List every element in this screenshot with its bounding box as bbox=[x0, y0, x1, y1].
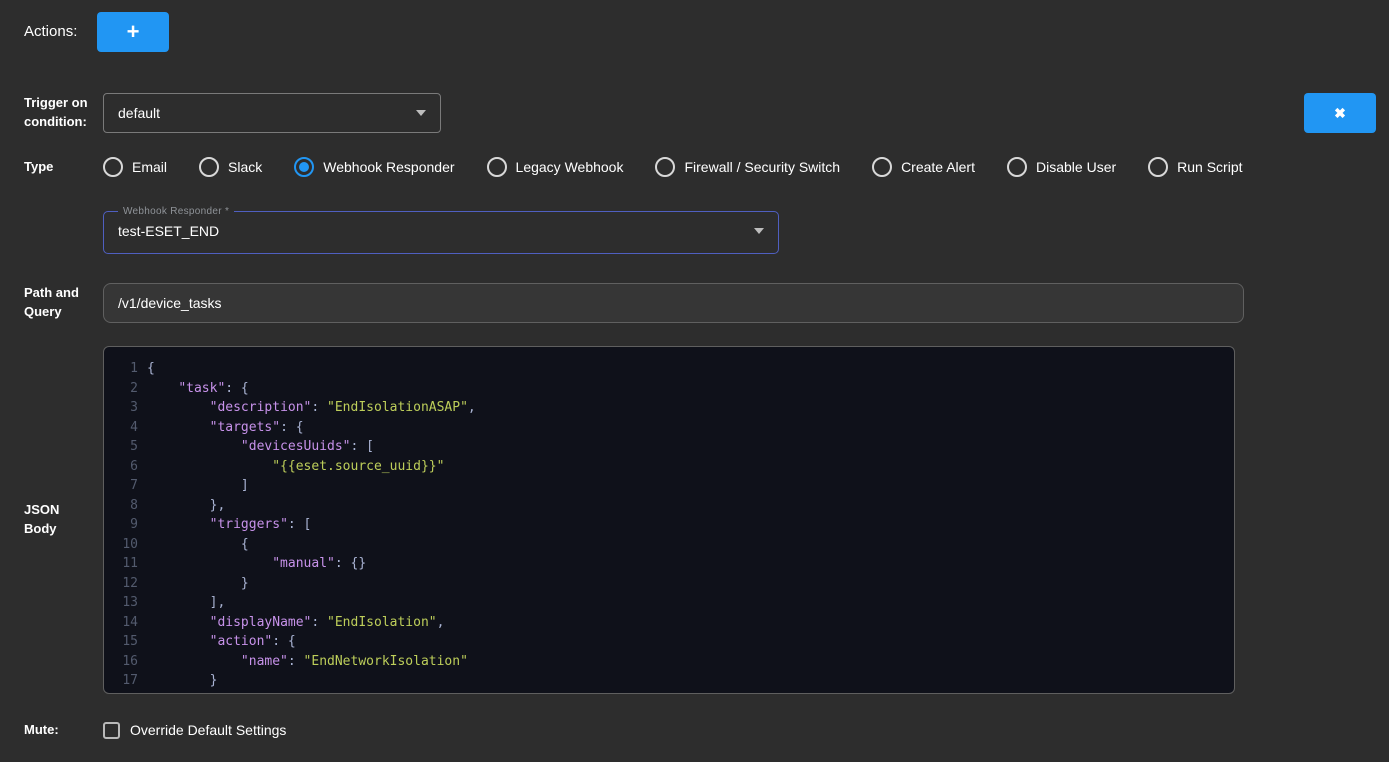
type-radio-label: Webhook Responder bbox=[323, 159, 454, 175]
type-radio-email[interactable]: Email bbox=[103, 157, 167, 177]
json-body-label: JSON Body bbox=[24, 501, 103, 539]
code-line: 8 }, bbox=[104, 496, 1234, 516]
code-line: 16 "name": "EndNetworkIsolation" bbox=[104, 652, 1234, 672]
code-line: 1{ bbox=[104, 359, 1234, 379]
line-number: 18 bbox=[104, 691, 138, 695]
line-number: 1 bbox=[104, 359, 138, 379]
plus-icon: + bbox=[127, 21, 140, 43]
line-number: 14 bbox=[104, 613, 138, 633]
radio-icon bbox=[1007, 157, 1027, 177]
webhook-responder-value: test-ESET_END bbox=[118, 223, 219, 239]
path-row: Path and Query bbox=[24, 283, 1376, 323]
radio-icon bbox=[103, 157, 123, 177]
add-action-button[interactable]: + bbox=[97, 12, 169, 52]
actions-label: Actions: bbox=[24, 21, 97, 43]
code-line: 7 ] bbox=[104, 476, 1234, 496]
type-radio-webhook-responder[interactable]: Webhook Responder bbox=[294, 157, 454, 177]
code-line: 17 } bbox=[104, 671, 1234, 691]
type-radio-label: Slack bbox=[228, 159, 262, 175]
json-body-row: JSON Body 1{2 "task": {3 "description": … bbox=[24, 346, 1376, 694]
line-number: 15 bbox=[104, 632, 138, 652]
code-line: 10 { bbox=[104, 535, 1234, 555]
close-icon: ✖ bbox=[1334, 106, 1346, 120]
type-radio-label: Create Alert bbox=[901, 159, 975, 175]
json-editor-lines: 1{2 "task": {3 "description": "EndIsolat… bbox=[104, 359, 1234, 694]
line-number: 5 bbox=[104, 437, 138, 457]
actions-row: Actions: + bbox=[24, 12, 1376, 52]
line-number: 8 bbox=[104, 496, 138, 516]
trigger-condition-value: default bbox=[118, 105, 160, 121]
action-config-panel: Actions: + Trigger on condition: default… bbox=[0, 0, 1389, 760]
line-number: 2 bbox=[104, 379, 138, 399]
radio-icon bbox=[294, 157, 314, 177]
type-row: Type Email Slack Webhook Responder Legac… bbox=[24, 157, 1376, 177]
line-number: 13 bbox=[104, 593, 138, 613]
radio-icon bbox=[487, 157, 507, 177]
type-radio-label: Email bbox=[132, 159, 167, 175]
line-number: 11 bbox=[104, 554, 138, 574]
type-radio-label: Run Script bbox=[1177, 159, 1242, 175]
code-line: 11 "manual": {} bbox=[104, 554, 1234, 574]
json-body-editor[interactable]: 1{2 "task": {3 "description": "EndIsolat… bbox=[103, 346, 1235, 694]
type-radio-run-script[interactable]: Run Script bbox=[1148, 157, 1242, 177]
chevron-down-icon bbox=[754, 228, 764, 234]
remove-action-button[interactable]: ✖ bbox=[1304, 93, 1376, 133]
type-radio-firewall-security-switch[interactable]: Firewall / Security Switch bbox=[655, 157, 840, 177]
chevron-down-icon bbox=[416, 110, 426, 116]
line-number: 9 bbox=[104, 515, 138, 535]
override-default-settings-label[interactable]: Override Default Settings bbox=[130, 722, 286, 738]
webhook-responder-select[interactable]: Webhook Responder * test-ESET_END bbox=[103, 206, 779, 254]
type-radio-group: Email Slack Webhook Responder Legacy Web… bbox=[103, 157, 1243, 177]
radio-icon bbox=[872, 157, 892, 177]
path-query-input[interactable] bbox=[103, 283, 1244, 323]
code-line: 13 ], bbox=[104, 593, 1234, 613]
mute-label: Mute: bbox=[24, 721, 103, 740]
code-line: 5 "devicesUuids": [ bbox=[104, 437, 1234, 457]
trigger-condition-label: Trigger on condition: bbox=[24, 94, 103, 132]
type-radio-legacy-webhook[interactable]: Legacy Webhook bbox=[487, 157, 624, 177]
line-number: 12 bbox=[104, 574, 138, 594]
line-number: 6 bbox=[104, 457, 138, 477]
type-radio-slack[interactable]: Slack bbox=[199, 157, 262, 177]
type-label: Type bbox=[24, 158, 103, 177]
radio-icon bbox=[199, 157, 219, 177]
type-radio-label: Disable User bbox=[1036, 159, 1116, 175]
code-line: 2 "task": { bbox=[104, 379, 1234, 399]
code-line: 14 "displayName": "EndIsolation", bbox=[104, 613, 1234, 633]
webhook-responder-field-label: Webhook Responder * bbox=[118, 206, 234, 217]
code-line: 9 "triggers": [ bbox=[104, 515, 1234, 535]
radio-icon bbox=[655, 157, 675, 177]
code-line: 12 } bbox=[104, 574, 1234, 594]
line-number: 3 bbox=[104, 398, 138, 418]
trigger-row: Trigger on condition: default ✖ bbox=[24, 93, 1376, 133]
type-radio-label: Firewall / Security Switch bbox=[684, 159, 840, 175]
trigger-condition-select[interactable]: default bbox=[103, 93, 441, 133]
path-query-label: Path and Query bbox=[24, 284, 103, 322]
line-number: 10 bbox=[104, 535, 138, 555]
type-radio-label: Legacy Webhook bbox=[516, 159, 624, 175]
line-number: 17 bbox=[104, 671, 138, 691]
override-default-settings-checkbox[interactable] bbox=[103, 722, 120, 739]
code-line: 3 "description": "EndIsolationASAP", bbox=[104, 398, 1234, 418]
code-line: 6 "{{eset.source_uuid}}" bbox=[104, 457, 1234, 477]
line-number: 4 bbox=[104, 418, 138, 438]
code-line: 4 "targets": { bbox=[104, 418, 1234, 438]
mute-row: Mute: Override Default Settings bbox=[24, 721, 1376, 760]
webhook-row: Webhook Responder * test-ESET_END bbox=[24, 206, 1376, 254]
code-line: 18 }, bbox=[104, 691, 1234, 695]
line-number: 7 bbox=[104, 476, 138, 496]
type-radio-disable-user[interactable]: Disable User bbox=[1007, 157, 1116, 177]
radio-icon bbox=[1148, 157, 1168, 177]
line-number: 16 bbox=[104, 652, 138, 672]
type-radio-create-alert[interactable]: Create Alert bbox=[872, 157, 975, 177]
code-line: 15 "action": { bbox=[104, 632, 1234, 652]
